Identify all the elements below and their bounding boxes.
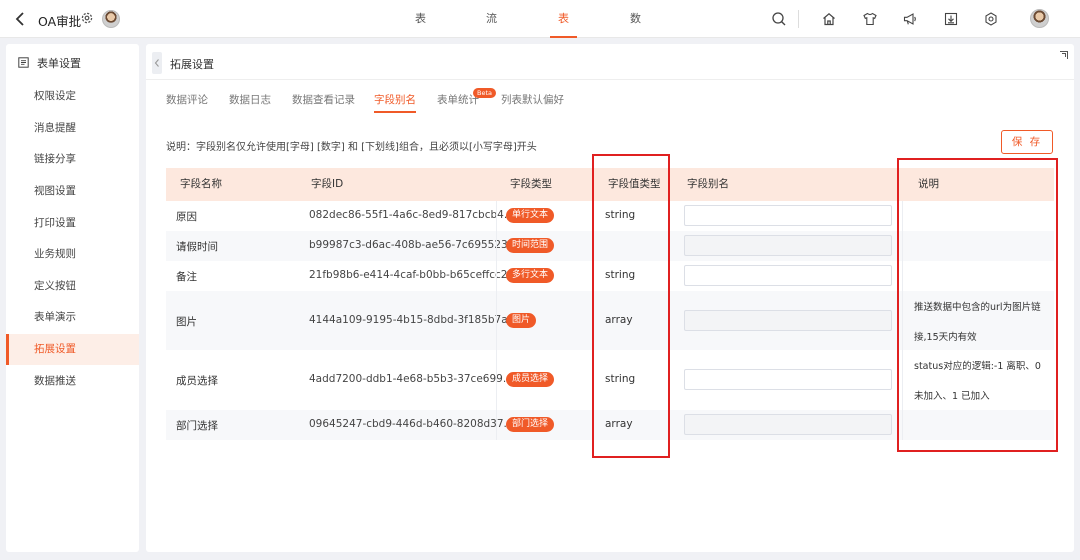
shirt-icon[interactable] (862, 11, 878, 27)
sidebar-item-view-settings[interactable]: 视图设置 (6, 176, 139, 207)
field-alias-input (684, 310, 892, 331)
field-type-tag: 时间范围 (506, 238, 555, 253)
field-name-cell: 部门选择 (176, 420, 218, 432)
field-name-cell: 请假时间 (176, 241, 218, 253)
field-type-tag: 图片 (506, 313, 537, 328)
field-name-cell: 原因 (176, 211, 197, 223)
column-header-field-name: 字段名称 (180, 178, 222, 190)
sidebar-item-data-push[interactable]: 数据推送 (6, 366, 139, 397)
field-type-tag: 单行文本 (506, 208, 555, 223)
nav-workflow-settings[interactable]: 流程设置 (486, 0, 497, 139)
field-alias-input (684, 235, 892, 256)
column-divider (496, 201, 497, 440)
tab-form-statistics[interactable]: 表单统计 (437, 92, 479, 116)
alias-rules-notice: 说明：字段别名仅允许使用[字母] [数字] 和 [下划线]组合，且必须以[小写字… (166, 142, 537, 153)
field-id-cell: 4144a109-9195-4b15-8dbd-3f185b7a... (309, 314, 518, 326)
field-name-cell: 成员选择 (176, 375, 218, 387)
tab-field-alias[interactable]: 字段别名 (374, 92, 416, 116)
download-icon[interactable] (943, 11, 959, 27)
field-name-cell: 图片 (176, 316, 197, 328)
sidebar-item-form-demo[interactable]: 表单演示 (6, 302, 139, 333)
field-id-cell: 082dec86-55f1-4a6c-8ed9-817cbcb4... (309, 209, 514, 221)
nav-form-settings[interactable]: 表单设置 (550, 0, 577, 139)
settings-icon[interactable] (983, 11, 999, 27)
app-title: OA审批 (38, 14, 82, 29)
tab-data-comments[interactable]: 数据评论 (166, 92, 208, 116)
column-header-field-type: 字段类型 (510, 178, 552, 190)
top-bar: OA审批 表单设计 流程设置 表单设置 数据管理 (0, 0, 1080, 139)
expand-icon[interactable] (1059, 49, 1069, 59)
sidebar-item-print-settings[interactable]: 打印设置 (6, 208, 139, 239)
home-icon[interactable] (821, 11, 837, 27)
highlight-box-description (897, 158, 1058, 452)
sidebar-item-extension-settings[interactable]: 拓展设置 (6, 334, 139, 365)
collapse-sidebar-button[interactable] (152, 52, 162, 74)
sidebar-title: 表单设置 (37, 57, 81, 70)
panel-header: 拓展设置 (146, 44, 1074, 80)
sidebar-item-link-sharing[interactable]: 链接分享 (6, 144, 139, 175)
sidebar-item-message-alerts[interactable]: 消息提醒 (6, 113, 139, 144)
back-arrow-icon[interactable] (12, 9, 30, 29)
field-id-cell: 09645247-cbd9-446d-b460-8208d37... (309, 418, 514, 430)
beta-badge: Beta (473, 88, 496, 98)
field-id-cell: b99987c3-d6ac-408b-ae56-7c695523... (309, 239, 518, 251)
save-button[interactable]: 保 存 (1001, 130, 1053, 154)
column-header-field-alias: 字段别名 (687, 178, 729, 190)
highlight-box-value-type (592, 154, 670, 458)
form-settings-icon (18, 57, 29, 68)
settings-sidebar: 表单设置 权限设定 消息提醒 链接分享 视图设置 打印设置 业务规则 定义按钮 … (6, 44, 139, 552)
column-header-field-id: 字段ID (311, 178, 344, 190)
tab-list-default-preferences[interactable]: 列表默认偏好 (501, 92, 564, 116)
sidebar-header: 表单设置 (6, 44, 139, 80)
nav-form-design[interactable]: 表单设计 (415, 0, 426, 139)
search-icon[interactable] (771, 11, 787, 27)
panel-title: 拓展设置 (170, 58, 214, 71)
toolbar-divider (798, 10, 799, 28)
tab-data-view-records[interactable]: 数据查看记录 (292, 92, 355, 116)
sub-tabs: 数据评论 数据日志 数据查看记录 字段别名 表单统计 列表默认偏好 (146, 80, 1074, 116)
avatar[interactable] (102, 10, 120, 28)
field-alias-input[interactable] (684, 265, 892, 286)
field-id-cell: 21fb98b6-e414-4caf-b0bb-b65ceffcc2... (309, 269, 518, 281)
field-type-tag: 部门选择 (506, 417, 555, 432)
field-alias-input[interactable] (684, 369, 892, 390)
tab-data-logs[interactable]: 数据日志 (229, 92, 271, 116)
field-name-cell: 备注 (176, 271, 197, 283)
field-alias-input (684, 414, 892, 435)
megaphone-icon[interactable] (902, 11, 918, 27)
sidebar-item-permissions[interactable]: 权限设定 (6, 81, 139, 112)
field-id-cell: 4add7200-ddb1-4e68-b5b3-37ce699... (309, 373, 513, 385)
sidebar-item-business-rules[interactable]: 业务规则 (6, 239, 139, 270)
field-type-tag: 多行文本 (506, 268, 555, 283)
sidebar-item-custom-buttons[interactable]: 定义按钮 (6, 271, 139, 302)
gear-icon[interactable] (80, 11, 94, 25)
field-type-tag: 成员选择 (506, 372, 555, 387)
field-alias-input[interactable] (684, 205, 892, 226)
nav-data-management[interactable]: 数据管理 (630, 0, 641, 139)
user-avatar[interactable] (1030, 9, 1049, 28)
